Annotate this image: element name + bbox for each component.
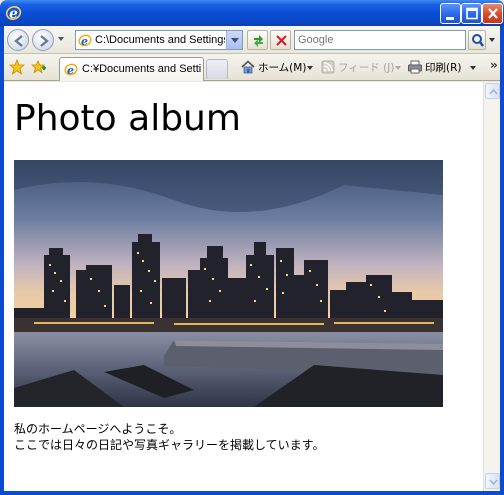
search-box[interactable] (294, 30, 466, 50)
favorites-star-icon[interactable] (9, 59, 25, 75)
back-icon (14, 35, 23, 47)
navigation-bar: e C:\Documents and Settings\F (4, 26, 500, 54)
refresh-icon (254, 35, 263, 47)
maximize-icon (466, 7, 478, 20)
chevron-up-icon (489, 88, 498, 95)
feed-dropdown[interactable] (395, 66, 401, 70)
printer-icon (408, 60, 422, 74)
close-icon (488, 8, 498, 19)
tab-current-page[interactable]: e C:¥Documents and Settin... (59, 57, 204, 81)
page-title: Photo album (14, 98, 241, 139)
print-dropdown[interactable] (470, 66, 476, 70)
minimize-button[interactable] (440, 3, 461, 24)
home-icon (241, 60, 255, 74)
search-options-dropdown[interactable] (489, 38, 495, 42)
search-icon (472, 34, 484, 47)
page-content: Photo album 私のホームページへようこそ。 ここでは日々の日記や写真ギ… (4, 82, 483, 491)
svg-text:e: e (67, 64, 74, 76)
window-frame-bottom (0, 491, 504, 495)
refresh-button[interactable] (247, 30, 268, 50)
feed-label: フィード (J) (338, 62, 395, 74)
search-input[interactable] (295, 31, 465, 49)
scroll-up-button[interactable] (485, 83, 500, 99)
close-button[interactable] (482, 3, 503, 24)
ie-logo-icon: e (5, 6, 22, 21)
history-dropdown[interactable] (58, 37, 64, 41)
feed-icon (321, 60, 335, 74)
maximize-button[interactable] (461, 3, 482, 24)
address-dropdown[interactable] (226, 31, 242, 49)
stop-button[interactable] (270, 30, 291, 50)
page-icon: e (64, 63, 78, 76)
chevron-down-icon (489, 479, 498, 486)
minimize-icon (446, 17, 454, 20)
page-icon: e (78, 34, 92, 47)
stop-icon (276, 35, 287, 46)
address-input[interactable]: C:\Documents and Settings\F (95, 34, 225, 48)
intro-line-2: ここでは日々の日記や写真ギャラリーを掲載しています。 (14, 438, 325, 452)
search-button[interactable] (468, 30, 486, 50)
print-label: 印刷(R) (425, 62, 462, 74)
vertical-scrollbar[interactable] (483, 82, 500, 491)
home-label: ホーム(M) (258, 62, 307, 74)
address-bar[interactable]: e C:\Documents and Settings\F (75, 30, 243, 50)
svg-text:e: e (9, 6, 18, 21)
svg-text:e: e (81, 35, 88, 47)
back-button[interactable] (7, 29, 29, 51)
add-favorites-icon[interactable] (31, 59, 47, 75)
scroll-down-button[interactable] (485, 473, 500, 489)
city-skyline-photo (14, 160, 443, 407)
more-commands-chevron-icon[interactable]: » (490, 58, 498, 72)
new-tab-button[interactable] (206, 59, 228, 79)
intro-line-1: 私のホームページへようこそ。 (14, 422, 182, 436)
feed-button[interactable]: フィード (J) (320, 58, 395, 76)
window-title-bar[interactable]: e (0, 0, 504, 26)
tab-command-bar: e C:¥Documents and Settin... ホーム(M) フィード… (4, 54, 500, 81)
print-button[interactable]: 印刷(R) (407, 58, 471, 76)
home-dropdown[interactable] (307, 66, 313, 70)
forward-icon (40, 35, 49, 47)
home-button[interactable]: ホーム(M) (240, 58, 310, 76)
tab-label: C:¥Documents and Settin... (82, 63, 202, 75)
forward-button[interactable] (32, 29, 54, 51)
